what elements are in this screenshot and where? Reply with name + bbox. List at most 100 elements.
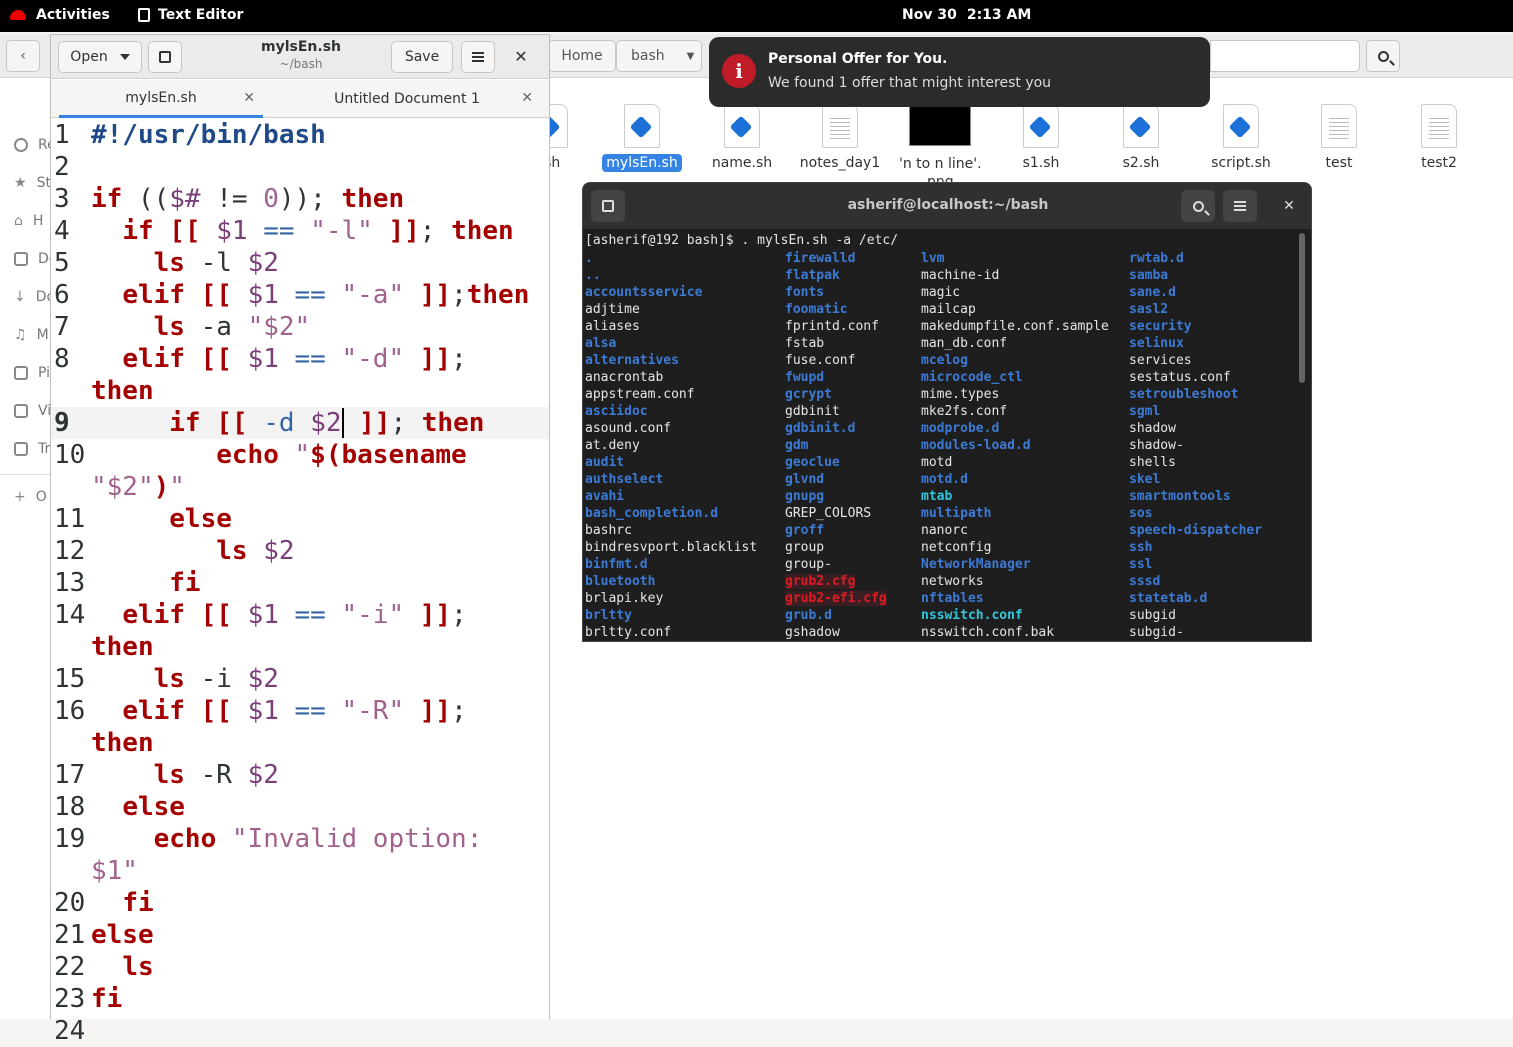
terminal-entry: networks [921,574,984,589]
terminal-entry: mime.types [921,387,1000,402]
code-line[interactable]: 24 [51,1015,549,1047]
file-item[interactable]: test [1294,104,1384,172]
sidebar-item-pictures[interactable]: Pi [14,365,50,381]
terminal-entry: magic [921,285,961,300]
code-line[interactable]: 11 else [51,503,549,535]
code-line[interactable]: 5 ls -l $2 [51,247,549,279]
terminal-entry: GREP_COLORS [785,506,872,521]
terminal-entry: mke2fs.conf [921,404,1008,419]
code-line[interactable]: 22 ls [51,951,549,983]
code-view[interactable]: 1 #!/usr/bin/bash 2 3 if (($# != 0)); then 4 … [51,119,549,1047]
terminal-entry: sgml [1129,404,1161,419]
code-text: echo "$(basename [216,440,467,470]
notification-banner[interactable]: i Personal Offer for You. We found 1 off… [709,37,1210,107]
file-item[interactable]: 'n to n line'. png [895,104,985,192]
file-name: script.sh [1211,155,1271,171]
close-tab-icon[interactable]: ✕ [243,90,255,106]
code-line[interactable]: 18 else [51,791,549,823]
terminal-close-button[interactable]: ✕ [1279,196,1299,216]
code-line[interactable]: then [51,375,549,407]
terminal-entry: subgid- [1129,625,1184,640]
terminal-output[interactable]: [asherif@192 bash]$ . mylsEn.sh -a /etc/… [585,233,1297,641]
line-number: 8 [54,344,70,374]
terminal-column: lvm machine-id magic mailcap makedumpfile.co… [921,250,1109,641]
file-item[interactable]: script.sh [1196,104,1286,172]
terminal-entry: samba [1129,268,1169,283]
save-button[interactable]: Save [391,41,453,73]
code-text: if [[ -d $2 ]]; then [169,408,485,438]
tab-mylsen[interactable]: mylsEn.sh ✕ [59,80,263,118]
code-line[interactable]: $1" [51,855,549,887]
code-line[interactable]: 14 elif [[ $1 == "-i" ]]; [51,599,549,631]
terminal-entry: grub2.cfg [785,574,856,589]
code-line[interactable]: 12 ls $2 [51,535,549,567]
activities-button[interactable]: Activities [10,7,110,23]
terminal-menu-button[interactable] [1223,190,1257,222]
terminal-scrollbar[interactable] [1299,233,1305,383]
terminal-entry: sasl2 [1129,302,1169,317]
code-line[interactable]: 13 fi [51,567,549,599]
tab-untitled[interactable]: Untitled Document 1 ✕ [273,80,541,118]
code-text: else [169,504,232,534]
code-text: $1" [91,856,138,886]
editor-menu-button[interactable] [461,41,495,73]
terminal-entry: ssl [1129,557,1153,572]
open-button[interactable]: Open [58,41,142,73]
code-line[interactable]: 20 fi [51,887,549,919]
file-item-selected[interactable]: mylsEn.sh [597,104,687,172]
document-icon [14,252,28,266]
line-number: 15 [54,664,86,694]
code-line[interactable]: then [51,727,549,759]
code-line[interactable]: 8 elif [[ $1 == "-d" ]]; [51,343,549,375]
terminal-entry: fonts [785,285,825,300]
terminal-entry: rwtab.d [1129,251,1184,266]
file-item[interactable]: name.sh [697,104,787,172]
code-line[interactable]: 10 echo "$(basename [51,439,549,471]
code-line[interactable]: 3 if (($# != 0)); then [51,183,549,215]
code-line[interactable]: 4 if [[ $1 == "-l" ]]; then [51,215,549,247]
code-line[interactable]: 17 ls -R $2 [51,759,549,791]
terminal-entry: machine-id [921,268,1000,283]
terminal-entry: skel [1129,472,1161,487]
line-number: 19 [54,824,86,854]
file-item[interactable]: notes_day1 [795,104,885,172]
code-text: fi [122,888,154,918]
terminal-entry: sssd [1129,574,1161,589]
code-line[interactable]: then [51,631,549,663]
sidebar-item-downloads[interactable]: ↓ Do [14,289,55,305]
sidebar-item-music[interactable]: ♫ M [14,327,49,343]
app-menu[interactable]: Text Editor [138,7,243,23]
text-file-icon [822,104,858,148]
code-line[interactable]: 9 if [[ -d $2 ]]; then [51,407,549,439]
code-line[interactable]: 15 ls -i $2 [51,663,549,695]
file-item[interactable]: s2.sh [1096,104,1186,172]
new-document-button[interactable] [148,41,182,73]
close-button[interactable]: ✕ [511,47,531,67]
code-line[interactable]: 1 #!/usr/bin/bash [51,119,549,151]
script-file-icon [1223,104,1259,148]
sidebar-divider [0,474,50,475]
code-line[interactable]: 23 fi [51,983,549,1015]
file-item[interactable]: test2 [1394,104,1484,172]
code-line[interactable]: 2 [51,151,549,183]
terminal-entry: anacrontab [585,370,664,385]
terminal-search-button[interactable] [1181,190,1215,222]
code-line[interactable]: "$2")" [51,471,549,503]
code-line[interactable]: 21 else [51,919,549,951]
sidebar-item-other-locations[interactable]: + O [14,489,47,505]
sidebar-item-trash[interactable]: Tr [14,441,50,457]
code-line[interactable]: 7 ls -a "$2" [51,311,549,343]
code-line[interactable]: 16 elif [[ $1 == "-R" ]]; [51,695,549,727]
code-text: elif [[ $1 == "-d" ]]; [122,344,467,374]
line-number: 7 [54,312,70,342]
code-text: ls -i $2 [153,664,279,694]
code-line[interactable]: 6 elif [[ $1 == "-a" ]];then [51,279,549,311]
sidebar-item-videos[interactable]: Vi [14,403,51,419]
clock[interactable]: Nov 30 2:13 AM [902,7,1031,23]
code-line[interactable]: 19 echo "Invalid option: [51,823,549,855]
terminal-new-tab-button[interactable] [591,190,625,222]
terminal-entry: setroubleshoot [1129,387,1239,402]
line-number: 12 [54,536,86,566]
close-tab-icon[interactable]: ✕ [521,90,533,106]
file-item[interactable]: s1.sh [996,104,1086,172]
